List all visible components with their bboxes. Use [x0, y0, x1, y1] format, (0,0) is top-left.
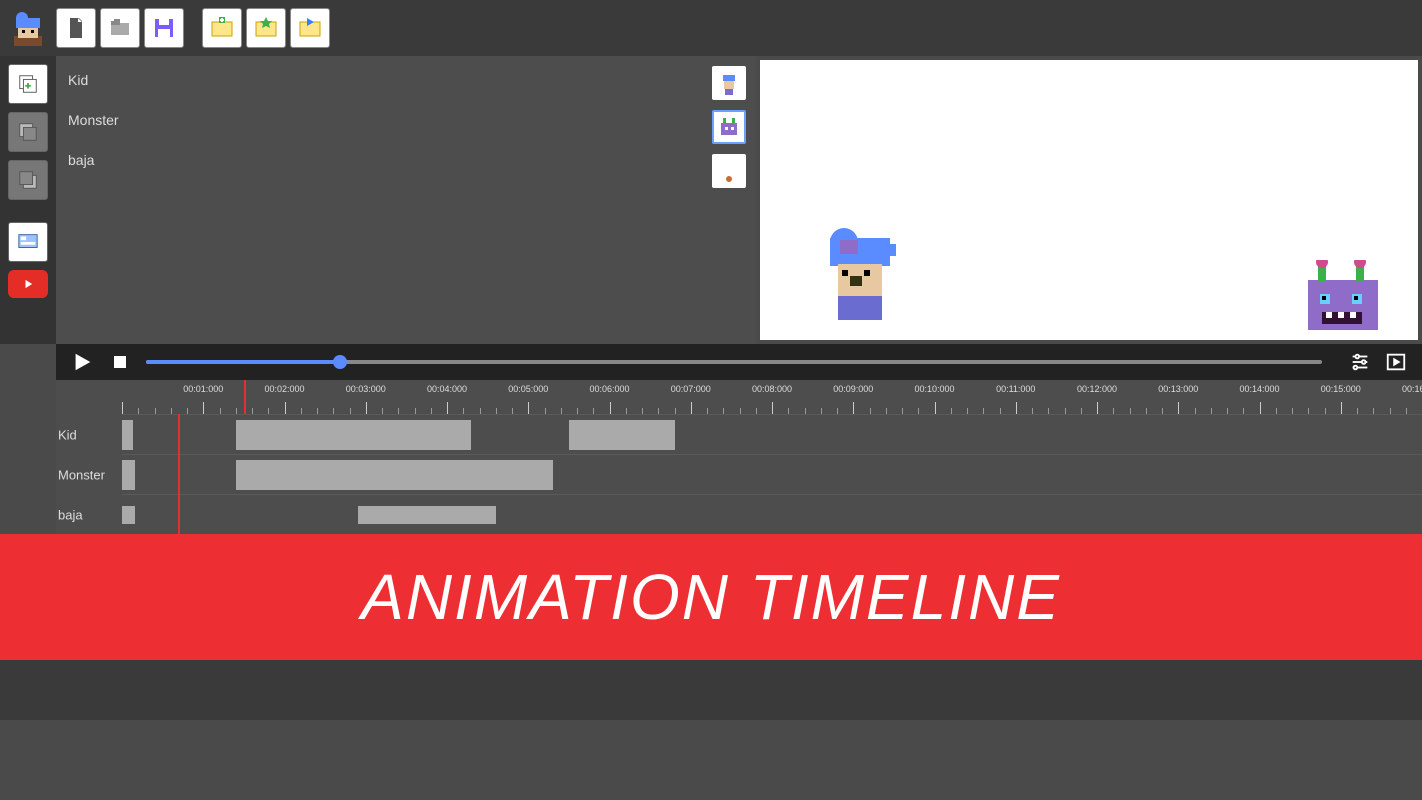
star-frame-button[interactable] — [246, 8, 286, 48]
timeline-clip[interactable] — [236, 460, 464, 490]
bring-front-button[interactable] — [8, 160, 48, 200]
duplicate-layer-button[interactable] — [8, 64, 48, 104]
ruler-label: 00:01:000 — [183, 384, 223, 394]
thumbnail-monster[interactable] — [712, 110, 746, 144]
timeline-clip[interactable] — [236, 420, 472, 450]
ruler-label: 00:10:000 — [914, 384, 954, 394]
toolbar-group-frame — [202, 8, 330, 48]
ruler-label: 00:07:000 — [671, 384, 711, 394]
ruler-label: 00:09:000 — [833, 384, 873, 394]
add-frame-button[interactable] — [202, 8, 242, 48]
stop-button[interactable] — [108, 350, 132, 374]
timeline-clip[interactable] — [358, 506, 423, 524]
ruler-label: 00:08:000 — [752, 384, 792, 394]
timeline-clip[interactable] — [569, 420, 675, 450]
timeline: 00:01:000 00:02:000 00:03:000 00:04:000 00:0… — [56, 380, 1422, 534]
bottom-bar — [0, 660, 1422, 720]
layer-name: baja — [68, 152, 94, 168]
left-sidebar — [0, 56, 56, 344]
save-file-button[interactable] — [144, 8, 184, 48]
canvas-area — [756, 56, 1422, 344]
seek-bar[interactable] — [146, 360, 1322, 364]
banner-text: ANIMATION TIMELINE — [361, 560, 1061, 634]
timeline-lane[interactable]: baja — [122, 494, 1422, 534]
ruler-label: 00:13:000 — [1158, 384, 1198, 394]
sprite-kid — [820, 228, 910, 338]
ruler-label: 00:16:000 — [1402, 384, 1422, 394]
app-icon — [8, 8, 48, 48]
ruler-label: 00:02:000 — [264, 384, 304, 394]
send-behind-button[interactable] — [8, 112, 48, 152]
lane-name: Kid — [58, 427, 118, 442]
layer-row-monster[interactable]: Monster — [68, 106, 690, 134]
timeline-clip[interactable] — [471, 460, 552, 490]
lane-name: Monster — [58, 467, 118, 482]
timeline-clip[interactable] — [122, 420, 133, 450]
ruler-label: 00:05:000 — [508, 384, 548, 394]
thumbnail-column — [702, 56, 756, 344]
settings-button[interactable] — [1348, 350, 1372, 374]
promo-banner: ANIMATION TIMELINE — [0, 534, 1422, 660]
playhead[interactable] — [178, 414, 180, 534]
fullscreen-button[interactable] — [1384, 350, 1408, 374]
transport-right-tools — [1348, 350, 1408, 374]
ruler-label: 00:04:000 — [427, 384, 467, 394]
layers-panel: Kid Monster baja — [56, 56, 702, 344]
new-file-button[interactable] — [56, 8, 96, 48]
layer-name: Kid — [68, 72, 88, 88]
play-button[interactable] — [70, 350, 94, 374]
thumbnail-baja[interactable] — [712, 154, 746, 188]
ruler-label: 00:11:000 — [996, 384, 1035, 394]
timeline-lane[interactable]: Monster — [122, 454, 1422, 494]
timeline-clip[interactable] — [463, 460, 471, 490]
timeline-ruler[interactable]: 00:01:000 00:02:000 00:03:000 00:04:000 00:0… — [56, 380, 1422, 414]
sprite-monster — [1298, 260, 1388, 340]
transport-bar — [56, 344, 1422, 380]
play-frame-button[interactable] — [290, 8, 330, 48]
main-area: Kid Monster baja — [0, 56, 1422, 344]
lane-name: baja — [58, 507, 118, 522]
ruler-label: 00:12:000 — [1077, 384, 1117, 394]
top-toolbar — [0, 0, 1422, 56]
ruler-label: 00:03:000 — [346, 384, 386, 394]
preview-canvas[interactable] — [760, 60, 1418, 340]
toolbar-group-file — [56, 8, 184, 48]
timeline-lanes: KidMonsterbaja — [56, 414, 1422, 534]
timeline-lane[interactable]: Kid — [122, 414, 1422, 454]
ruler-label: 00:06:000 — [589, 384, 629, 394]
ruler-label: 00:15:000 — [1321, 384, 1361, 394]
open-file-button[interactable] — [100, 8, 140, 48]
timeline-clip[interactable] — [122, 460, 135, 490]
thumbnail-kid[interactable] — [712, 66, 746, 100]
youtube-link-button[interactable] — [8, 270, 48, 298]
ruler-label: 00:14:000 — [1239, 384, 1279, 394]
timeline-clip[interactable] — [122, 506, 135, 524]
layer-row-baja[interactable]: baja — [68, 146, 690, 174]
layer-name: Monster — [68, 112, 119, 128]
layer-row-kid[interactable]: Kid — [68, 66, 690, 94]
overlay-panel-button[interactable] — [8, 222, 48, 262]
timeline-clip[interactable] — [423, 506, 496, 524]
